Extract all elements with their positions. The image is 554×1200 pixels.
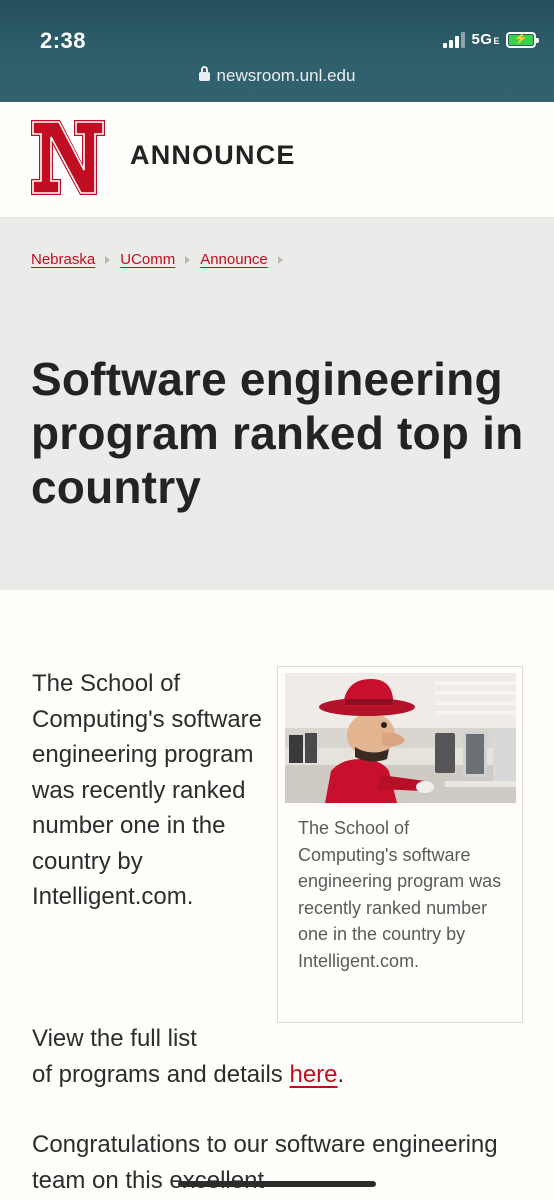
article-paragraph-2: View the full list of programs and detail… <box>32 1025 345 1088</box>
article-photo[interactable] <box>285 673 516 803</box>
status-time: 2:38 <box>40 28 87 53</box>
hero-section: Nebraska UComm Announce Software enginee… <box>0 218 554 590</box>
mascot-computer-lab-image <box>285 673 516 803</box>
browser-top-bar: 2:38 5GE ⚡ newsroom.unl.edu <box>0 0 554 102</box>
site-header: ANNOUNCE <box>0 102 554 218</box>
article-paragraph-3: Congratulations to our software engineer… <box>32 1131 498 1194</box>
battery-charging-icon: ⚡ <box>506 31 539 48</box>
figure-caption: The School of Computing's software engin… <box>298 818 502 971</box>
chevron-right-icon <box>185 255 191 264</box>
article-figure: The School of Computing's software engin… <box>277 666 523 1023</box>
chevron-right-icon <box>277 255 283 264</box>
breadcrumb-link-ucomm[interactable]: UComm <box>120 251 175 268</box>
paragraph-2-period: . <box>337 1060 345 1088</box>
network-type: 5GE <box>471 31 500 48</box>
breadcrumb-link-nebraska[interactable]: Nebraska <box>31 251 95 268</box>
site-name[interactable]: ANNOUNCE <box>130 140 296 171</box>
breadcrumb-link-announce[interactable]: Announce <box>200 251 268 268</box>
breadcrumb: Nebraska UComm Announce <box>31 251 293 268</box>
status-indicators: 5GE ⚡ <box>443 31 539 48</box>
home-indicator[interactable] <box>178 1181 376 1187</box>
details-link[interactable]: here <box>289 1061 337 1088</box>
lock-icon <box>198 66 210 81</box>
cell-signal-icon <box>443 31 466 48</box>
nebraska-n-logo[interactable] <box>30 119 106 196</box>
chevron-right-icon <box>105 255 111 264</box>
article-paragraph-1: The School of Computing's software engin… <box>32 670 263 910</box>
page-title: Software engineering program ranked top … <box>31 353 524 513</box>
url-text: newsroom.unl.edu <box>216 66 356 85</box>
address-bar[interactable]: newsroom.unl.edu <box>0 66 554 86</box>
paragraph-2-text: of programs and details <box>32 1060 290 1088</box>
